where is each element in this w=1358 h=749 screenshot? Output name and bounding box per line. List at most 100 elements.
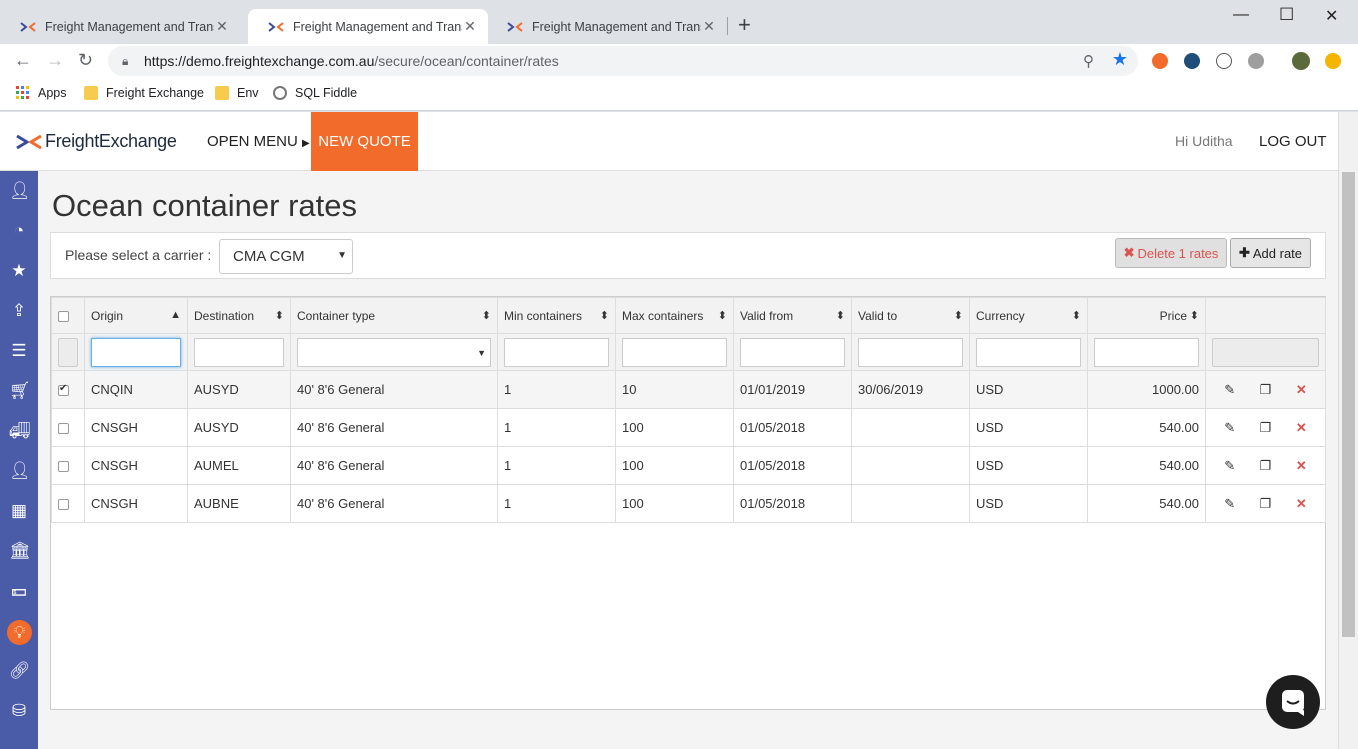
bookmark-apps[interactable]: Apps bbox=[16, 86, 67, 100]
row-checkbox[interactable] bbox=[58, 499, 69, 511]
table-row[interactable]: CNQIN AUSYD 40' 8'6 General 1 10 01/01/2… bbox=[51, 370, 1326, 409]
column-header-min-containers[interactable]: Min containers ⬍ bbox=[497, 297, 616, 334]
copy-icon[interactable]: ❐ bbox=[1260, 420, 1272, 436]
upload-icon[interactable]: ⇪ bbox=[9, 301, 29, 321]
new-quote-button[interactable]: NEW QUOTE bbox=[311, 112, 418, 171]
bookmark-freight-exchange[interactable]: Freight Exchange bbox=[84, 86, 204, 100]
browser-tab[interactable]: Freight Management and Transp ✕ bbox=[487, 9, 727, 44]
lightbulb-icon[interactable]: 💡︎ bbox=[7, 620, 32, 645]
close-tab-icon[interactable]: ✕ bbox=[701, 18, 717, 35]
address-bar[interactable]: 🔒︎ https://demo.freightexchange.com.au/s… bbox=[108, 46, 1138, 76]
add-rate-button[interactable]: ✚ Add rate bbox=[1230, 238, 1311, 268]
container-type-filter-select[interactable]: ▼ bbox=[297, 337, 491, 367]
reload-icon[interactable]: ↻ bbox=[78, 50, 93, 70]
user-icon[interactable]: 👤︎ bbox=[9, 461, 31, 481]
select-all-checkbox[interactable] bbox=[58, 310, 69, 322]
open-menu-button[interactable]: OPEN MENU ▶ bbox=[207, 133, 310, 150]
truck-icon[interactable]: 🚚︎ bbox=[9, 421, 31, 441]
column-header-valid-from[interactable]: Valid from ⬍ bbox=[733, 297, 852, 334]
browser-tab[interactable]: Freight Management and Transp ✕ bbox=[0, 9, 240, 44]
delete-x-icon[interactable]: ✕ bbox=[1296, 382, 1307, 398]
list-icon[interactable]: ☰ bbox=[9, 341, 29, 361]
new-tab-icon[interactable]: + bbox=[738, 14, 751, 36]
column-header-valid-to[interactable]: Valid to ⬍ bbox=[851, 297, 970, 334]
page-scrollbar[interactable] bbox=[1338, 112, 1358, 749]
logo[interactable]: FreightExchange bbox=[15, 131, 177, 152]
min-containers-filter-input[interactable] bbox=[504, 337, 609, 367]
table-row[interactable]: CNSGH AUSYD 40' 8'6 General 1 100 01/05/… bbox=[51, 408, 1326, 447]
column-header-container-type[interactable]: Container type ⬍ bbox=[290, 297, 498, 334]
edit-pencil-icon[interactable]: ✎ bbox=[1224, 458, 1235, 474]
column-label: Min containers bbox=[504, 308, 583, 323]
profile-avatar[interactable] bbox=[1292, 52, 1310, 70]
table-row[interactable]: CNSGH AUMEL 40' 8'6 General 1 100 01/05/… bbox=[51, 446, 1326, 485]
delete-x-icon[interactable]: ✕ bbox=[1296, 420, 1307, 436]
extension-icon[interactable] bbox=[1248, 53, 1264, 69]
database-icon[interactable]: ⛁ bbox=[9, 701, 29, 721]
filter-cell bbox=[497, 333, 616, 371]
row-checkbox[interactable] bbox=[58, 383, 69, 397]
cart-icon[interactable]: 🛒︎ bbox=[9, 381, 31, 401]
valid-from-filter-input[interactable] bbox=[740, 337, 845, 367]
forward-icon[interactable]: → bbox=[46, 50, 64, 70]
money-icon[interactable]: 💵︎ bbox=[9, 581, 29, 601]
bookmarks-bar: Apps Freight Exchange Env SQL Fiddle bbox=[0, 78, 1358, 111]
filter-cell bbox=[969, 333, 1088, 371]
window-close-icon[interactable]: ✕ bbox=[1325, 6, 1338, 26]
plus-icon: ✚ bbox=[1238, 245, 1250, 260]
bank-icon[interactable]: 🏛︎ bbox=[9, 541, 31, 561]
column-header-currency[interactable]: Currency ⬍ bbox=[969, 297, 1088, 334]
header-row: Origin ▲ Destination ⬍ Container type ⬍ Min… bbox=[51, 297, 1326, 334]
edit-pencil-icon[interactable]: ✎ bbox=[1224, 420, 1235, 436]
price-filter-input[interactable] bbox=[1094, 337, 1199, 367]
link-icon[interactable]: 🔗︎ bbox=[9, 661, 31, 681]
zoom-icon[interactable]: ⚲ bbox=[1083, 52, 1094, 70]
currency-filter-input[interactable] bbox=[976, 337, 1081, 367]
logout-link[interactable]: LOG OUT bbox=[1259, 133, 1327, 150]
close-tab-icon[interactable]: ✕ bbox=[462, 18, 478, 35]
extension-icon[interactable] bbox=[1216, 53, 1232, 69]
valid-to-filter-input[interactable] bbox=[858, 337, 963, 367]
origin-filter-input[interactable] bbox=[91, 337, 181, 367]
column-header-price[interactable]: Price ⬍ bbox=[1087, 297, 1206, 334]
max-containers-filter-input[interactable] bbox=[622, 337, 727, 367]
carrier-select[interactable]: CMA CGM ▼ bbox=[219, 239, 353, 274]
row-checkbox[interactable] bbox=[58, 423, 69, 435]
column-header-origin[interactable]: Origin ▲ bbox=[84, 297, 188, 334]
delete-x-icon[interactable]: ✕ bbox=[1296, 496, 1307, 512]
currency-cell: USD bbox=[969, 446, 1088, 485]
star-icon[interactable]: ★ bbox=[9, 261, 29, 281]
update-alert-icon[interactable] bbox=[1325, 53, 1341, 69]
scrollbar-thumb[interactable] bbox=[1342, 172, 1355, 637]
table-row[interactable]: CNSGH AUBNE 40' 8'6 General 1 100 01/05/… bbox=[51, 484, 1326, 523]
building-icon[interactable]: ▦ bbox=[9, 501, 29, 521]
dashboard-icon[interactable]: ◔ bbox=[9, 221, 29, 241]
min-containers-cell: 1 bbox=[497, 484, 616, 523]
filter-clear-button[interactable] bbox=[58, 337, 78, 367]
edit-pencil-icon[interactable]: ✎ bbox=[1224, 496, 1235, 512]
close-tab-icon[interactable]: ✕ bbox=[214, 18, 230, 35]
browser-tab-active[interactable]: Freight Management and Transp ✕ bbox=[248, 9, 488, 44]
copy-icon[interactable]: ❐ bbox=[1260, 382, 1272, 398]
maximize-icon[interactable]: ☐ bbox=[1279, 5, 1294, 25]
column-header-max-containers[interactable]: Max containers ⬍ bbox=[615, 297, 734, 334]
extension-icon[interactable] bbox=[1152, 53, 1168, 69]
extension-icon[interactable] bbox=[1184, 53, 1200, 69]
chat-launcher-button[interactable] bbox=[1266, 675, 1320, 729]
bookmark-sql-fiddle[interactable]: SQL Fiddle bbox=[273, 86, 357, 100]
minimize-icon[interactable]: — bbox=[1233, 6, 1249, 24]
user-tie-icon[interactable]: 👤︎ bbox=[9, 181, 31, 201]
valid-to-cell bbox=[851, 408, 970, 447]
edit-pencil-icon[interactable]: ✎ bbox=[1224, 382, 1235, 398]
copy-icon[interactable]: ❐ bbox=[1260, 458, 1272, 474]
delete-rates-button[interactable]: ✖ Delete 1 rates bbox=[1115, 238, 1227, 268]
back-icon[interactable]: ← bbox=[14, 50, 32, 70]
row-checkbox[interactable] bbox=[58, 461, 69, 473]
bookmark-star-icon[interactable]: ★ bbox=[1112, 49, 1128, 70]
destination-filter-input[interactable] bbox=[194, 337, 284, 367]
bookmark-env[interactable]: Env bbox=[215, 86, 259, 100]
delete-x-icon[interactable]: ✕ bbox=[1296, 458, 1307, 474]
copy-icon[interactable]: ❐ bbox=[1260, 496, 1272, 512]
origin-cell: CNQIN bbox=[84, 370, 188, 409]
column-header-destination[interactable]: Destination ⬍ bbox=[187, 297, 291, 334]
